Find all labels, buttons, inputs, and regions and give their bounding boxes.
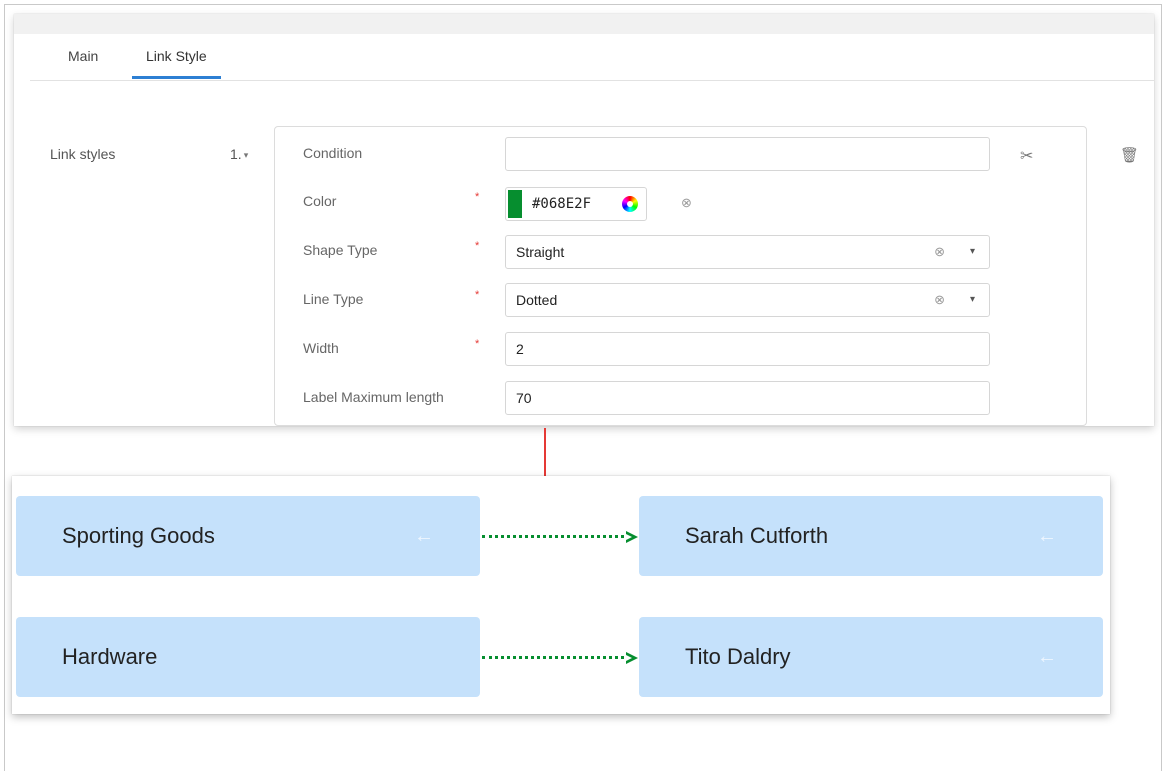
clear-color-icon[interactable]: ⊗: [681, 195, 692, 211]
line-type-value: Dotted: [516, 292, 558, 308]
color-picker-field[interactable]: #068E2F: [505, 187, 647, 221]
condition-builder-icon[interactable]: ✂: [1020, 146, 1033, 166]
tab-bar: Main Link Style: [30, 34, 1154, 81]
chevron-down-icon[interactable]: ▾: [970, 284, 975, 316]
chevron-down-icon[interactable]: ▾: [970, 236, 975, 268]
line-type-select[interactable]: Dotted ⊗ ▾: [505, 283, 990, 317]
shape-type-label: Shape Type: [303, 242, 378, 258]
label-max-length-label: Label Maximum length: [303, 389, 444, 405]
link-styles-label: Link styles: [50, 146, 116, 162]
required-marker: *: [475, 240, 480, 252]
diagram-node[interactable]: Hardware: [16, 617, 480, 697]
label-max-length-input[interactable]: 70: [505, 381, 990, 415]
arrow-left-icon: ←: [1037, 646, 1057, 668]
node-label: Hardware: [62, 644, 158, 669]
delete-icon[interactable]: 🗑: [1120, 146, 1139, 164]
node-label: Tito Daldry: [685, 644, 791, 669]
node-label: Sarah Cutforth: [685, 523, 829, 548]
condition-input[interactable]: [505, 137, 990, 171]
color-label: Color: [303, 193, 337, 209]
link-style-panel: Main Link Style Link styles 1. ▾ Conditio…: [14, 14, 1154, 426]
caret-down-icon: ▾: [243, 150, 249, 160]
link-style-item: Condition Color * #068E2F ⊗ Shape Type *…: [274, 126, 1087, 426]
required-marker: *: [475, 289, 480, 301]
color-wheel-icon[interactable]: [622, 196, 638, 212]
tab-link-style[interactable]: Link Style: [132, 44, 221, 79]
dotted-link-line: [482, 535, 624, 538]
diagram-node[interactable]: Sarah Cutforth ←: [639, 496, 1103, 576]
condition-label: Condition: [303, 145, 363, 161]
arrow-left-icon: ←: [414, 525, 434, 547]
required-marker: *: [475, 191, 480, 203]
required-marker: *: [475, 338, 480, 350]
line-type-label: Line Type: [303, 291, 364, 307]
color-swatch: [508, 190, 522, 218]
shape-type-select[interactable]: Straight ⊗ ▾: [505, 235, 990, 269]
style-index-toggle[interactable]: 1. ▾: [230, 146, 248, 162]
link-arrowhead: [626, 531, 638, 543]
style-index: 1.: [230, 146, 242, 162]
clear-icon[interactable]: ⊗: [934, 284, 945, 316]
link-arrowhead: [626, 652, 638, 664]
tab-main[interactable]: Main: [54, 44, 112, 76]
color-hex-value: #068E2F: [532, 196, 592, 212]
diagram-preview: Sporting Goods ← Sarah Cutforth ← Hardwa…: [12, 476, 1110, 714]
width-label: Width: [303, 340, 339, 356]
dotted-link-line: [482, 656, 624, 659]
node-label: Sporting Goods: [62, 523, 215, 548]
width-input[interactable]: 2: [505, 332, 990, 366]
arrow-left-icon: ←: [1037, 525, 1057, 547]
diagram-node[interactable]: Tito Daldry ←: [639, 617, 1103, 697]
clear-icon[interactable]: ⊗: [934, 236, 945, 268]
diagram-node[interactable]: Sporting Goods ←: [16, 496, 480, 576]
shape-type-value: Straight: [516, 244, 565, 260]
